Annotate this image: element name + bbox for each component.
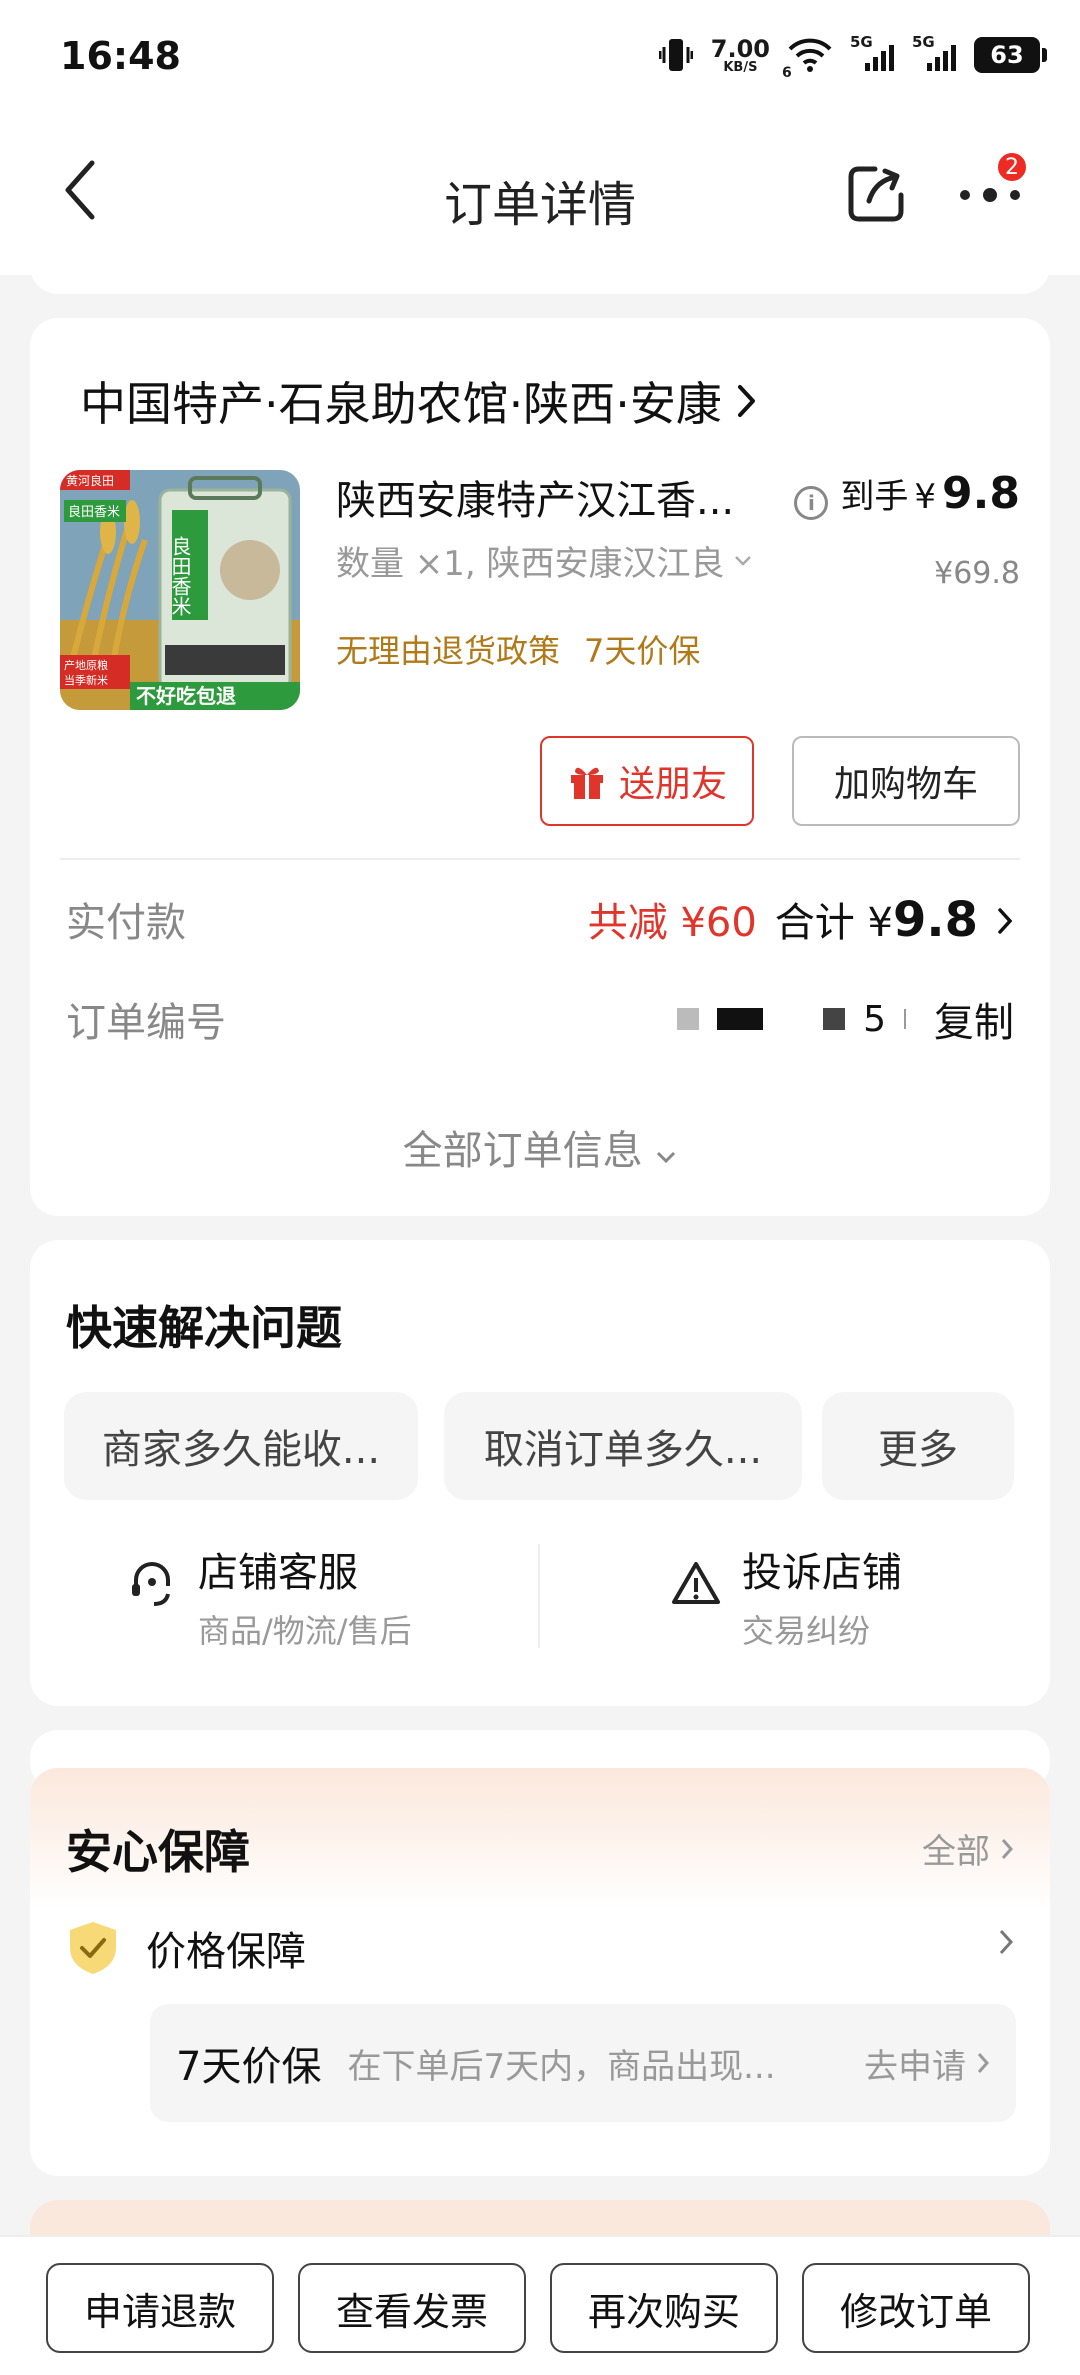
discount-amount: 共减 ¥60 [587, 900, 757, 946]
return-policy-label: 无理由退货政策 [336, 632, 561, 670]
final-price: i 到手 ¥ 9.8 [794, 468, 1020, 520]
chevron-down-icon [734, 555, 751, 566]
share-icon[interactable] [845, 163, 907, 225]
shop-name: 中国特产·石泉助农馆·陕西·安康 [80, 377, 722, 431]
divider [538, 1544, 540, 1648]
customer-service-entry[interactable]: 店铺客服 商品/物流/售后 [126, 1540, 412, 1652]
battery-icon: 63 [974, 37, 1047, 73]
product-spec[interactable]: 数量 ×1, 陕西安康汉江良 [336, 536, 753, 585]
svg-text:黄河良田: 黄河良田 [66, 473, 114, 488]
chevron-right-icon[interactable] [998, 1928, 1014, 1956]
chevron-down-icon [657, 1151, 676, 1164]
nav-bar: 订单详情 2 [0, 115, 1080, 275]
guarantee-card: 安心保障 全部 价格保障 7天价保 在下单后7天内，商品出现... 去申请 [30, 1768, 1050, 2176]
bottom-action-bar: 申请退款 查看发票 再次购买 修改订单 [0, 2235, 1080, 2375]
status-time: 16:48 [60, 34, 181, 78]
previous-card-edge [30, 262, 1050, 294]
faq-chip-2[interactable]: 取消订单多久... [444, 1392, 802, 1500]
apply-link[interactable]: 去申请 [864, 2039, 990, 2088]
price-protect-label: 7天价保 [584, 632, 701, 670]
modify-order-button[interactable]: 修改订单 [802, 2263, 1030, 2353]
signal-sim2-icon: 5G [912, 33, 956, 75]
all-order-info-toggle[interactable]: 全部订单信息 [30, 1118, 1050, 1176]
guarantee-all-link[interactable]: 全部 [922, 1824, 1014, 1873]
notification-badge: 2 [995, 150, 1029, 184]
copy-button[interactable]: 复制 [934, 990, 1014, 1048]
order-card: 中国特产·石泉助农馆·陕西·安康 黄河良田 良田香米 良田香米 产地原粮 当季新… [30, 318, 1050, 1216]
headset-icon [132, 1562, 170, 1606]
status-icons: 7.00 KB/S 6 5G 5G 63 [658, 30, 1047, 81]
chevron-right-icon [977, 2053, 990, 2073]
buy-again-button[interactable]: 再次购买 [550, 2263, 778, 2353]
total-amount: 合计 ¥9.8 [774, 892, 978, 948]
warning-icon [672, 1562, 720, 1604]
product-policies: 无理由退货政策 7天价保 [336, 626, 700, 672]
page-title: 订单详情 [443, 177, 636, 233]
original-price: ¥69.8 [934, 556, 1020, 591]
complain-shop-entry[interactable]: 投诉店铺 交易纠纷 [670, 1540, 902, 1652]
quick-help-title: 快速解决问题 [66, 1301, 342, 1355]
quick-help-card: 快速解决问题 商家多久能收... 取消订单多久... 更多 店铺客服 商品/物流… [30, 1240, 1050, 1706]
view-invoice-button[interactable]: 查看发票 [298, 2263, 526, 2353]
info-icon[interactable]: i [794, 486, 829, 520]
chevron-right-icon [737, 385, 755, 417]
price-guarantee-item[interactable]: 价格保障 [66, 1918, 306, 1978]
wifi-icon: 6 [782, 37, 832, 81]
payment-summary[interactable]: 共减 ¥60 合计 ¥9.8 [588, 890, 1014, 948]
shop-link[interactable]: 中国特产·石泉助农馆·陕西·安康 [80, 368, 758, 434]
svg-text:当季新米: 当季新米 [64, 673, 108, 687]
refund-button[interactable]: 申请退款 [46, 2263, 274, 2353]
shield-check-icon [70, 1922, 116, 1974]
guarantee-title: 安心保障 [66, 1825, 250, 1879]
product-thumbnail[interactable]: 黄河良田 良田香米 良田香米 产地原粮 当季新米 不好吃包退 [60, 470, 300, 710]
order-number-masked: 5 [677, 999, 906, 1040]
gift-icon [570, 767, 603, 799]
svg-text:良田香米: 良田香米 [68, 504, 120, 520]
add-to-cart-button[interactable]: 加购物车 [792, 736, 1020, 826]
chevron-right-icon [998, 908, 1013, 934]
order-number: 5 复制 [677, 990, 1014, 1048]
signal-sim1-icon: 5G [850, 33, 894, 75]
faq-more-chip[interactable]: 更多 [822, 1392, 1014, 1500]
paid-label: 实付款 [66, 900, 186, 946]
price-protect-row[interactable]: 7天价保 在下单后7天内，商品出现... 去申请 [150, 2004, 1016, 2122]
svg-text:产地原粮: 产地原粮 [64, 658, 108, 672]
svg-text:良田香米: 良田香米 [168, 536, 192, 616]
svg-text:不好吃包退: 不好吃包退 [136, 684, 236, 708]
divider [60, 858, 1020, 860]
product-name[interactable]: 陕西安康特产汉江香... [336, 468, 734, 526]
faq-chip-1[interactable]: 商家多久能收... [64, 1392, 418, 1500]
network-speed: 7.00 KB/S [710, 34, 770, 75]
vibrate-icon [658, 35, 693, 75]
status-bar: 16:48 7.00 KB/S 6 5G 5G 63 [0, 0, 1080, 115]
order-number-label: 订单编号 [66, 1000, 226, 1046]
chevron-right-icon [1001, 1838, 1014, 1859]
send-gift-button[interactable]: 送朋友 [540, 736, 754, 826]
